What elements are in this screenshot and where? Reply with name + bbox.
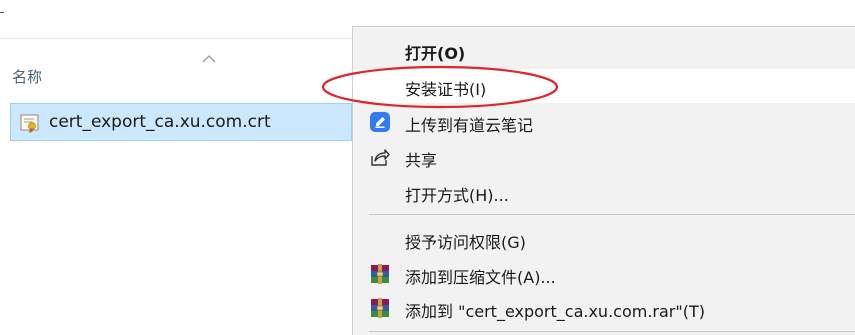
share-icon [371, 149, 390, 166]
menu-separator [369, 214, 855, 215]
menu-item-label: 打开方式(H)... [405, 186, 509, 205]
menu-item-label: 授予访问权限(G) [405, 233, 526, 252]
menu-item-label: 打开(O) [405, 44, 466, 63]
winrar-icon [371, 264, 389, 284]
certificate-file-icon [20, 114, 39, 133]
column-header[interactable] [0, 52, 353, 102]
youdao-note-icon [370, 112, 390, 132]
menu-item-label: 安装证书(I) [405, 80, 487, 99]
menu-separator [369, 331, 855, 332]
menu-item-upload-youdao[interactable]: 上传到有道云笔记 [353, 105, 855, 139]
menu-item-label: 上传到有道云笔记 [405, 116, 534, 135]
menu-item-open-with[interactable]: 打开方式(H)... [353, 175, 855, 209]
menu-item-grant-access[interactable]: 授予访问权限(G) [353, 222, 855, 256]
menu-item-label: 添加到压缩文件(A)... [405, 268, 556, 287]
context-menu: 打开(O) 安装证书(I) 上传到有道云笔记 共享 打开方式(H)... 授予访… [352, 26, 855, 335]
menu-item-add-to-archive[interactable]: 添加到压缩文件(A)... [353, 257, 855, 291]
menu-item-label: 添加到 "cert_export_ca.xu.com.rar"(T) [405, 302, 705, 321]
menu-item-open[interactable]: 打开(O) [353, 33, 855, 67]
menu-item-install-certificate[interactable]: 安装证书(I) [353, 69, 855, 103]
sort-up-arrow-icon[interactable] [202, 54, 216, 64]
column-name-label[interactable]: 名称 [12, 66, 42, 87]
menu-item-label: 共享 [405, 151, 438, 170]
text-caret [0, 12, 4, 13]
menu-item-share[interactable]: 共享 [353, 140, 855, 174]
winrar-icon [371, 298, 389, 318]
file-item-selected[interactable]: cert_export_ca.xu.com.crt [10, 103, 352, 141]
file-name: cert_export_ca.xu.com.crt [49, 112, 271, 132]
menu-item-add-to-rar[interactable]: 添加到 "cert_export_ca.xu.com.rar"(T) [353, 291, 855, 325]
